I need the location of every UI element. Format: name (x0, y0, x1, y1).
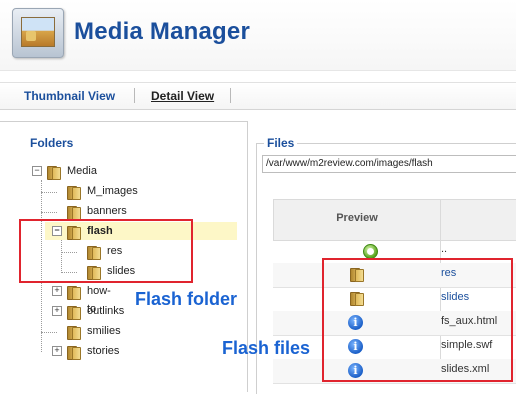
tab-separator (134, 88, 135, 103)
folder-icon (66, 284, 81, 300)
folder-icon (66, 324, 81, 340)
expand-toggle-icon[interactable]: + (52, 306, 62, 316)
flash-files-highlight-box (322, 258, 513, 382)
tree-item-label: stories (87, 345, 120, 357)
tree-item-label: M_images (87, 185, 138, 197)
media-manager-logo-icon (12, 8, 64, 58)
flash-files-annotation: Flash files (222, 338, 311, 358)
folder-icon (66, 184, 81, 200)
flash-folder-annotation: Flash folder (135, 289, 238, 309)
folder-icon (66, 304, 81, 320)
folders-title: Folders (30, 136, 74, 150)
preview-column-header[interactable]: Preview (274, 212, 440, 224)
tab-separator (230, 88, 231, 103)
up-folder-icon (363, 244, 378, 259)
tree-line (41, 332, 57, 333)
tree-item-label: banners (87, 205, 127, 217)
tab-detail-view[interactable]: Detail View (151, 89, 214, 103)
view-tabs: Thumbnail View Detail View (0, 82, 516, 110)
folder-icon (66, 204, 81, 220)
folder-path-field: /var/www/m2review.com/images/flash (262, 155, 516, 173)
folder-icon (66, 344, 81, 360)
folder-icon (46, 164, 61, 180)
tree-item-label: smilies (87, 325, 121, 337)
tab-thumbnail-view[interactable]: Thumbnail View (24, 89, 115, 103)
expand-toggle-icon[interactable]: + (52, 286, 62, 296)
flash-folder-highlight-box (19, 219, 193, 283)
expand-toggle-icon[interactable]: + (52, 346, 62, 356)
tree-item-label: outlinks (87, 305, 125, 317)
collapse-toggle-icon[interactable]: − (32, 166, 42, 176)
header-bar: Media Manager (0, 0, 516, 71)
tree-line (41, 192, 57, 193)
tree-line (41, 212, 57, 213)
files-title: Files (264, 136, 298, 150)
file-name: .. (441, 243, 448, 255)
page-title: Media Manager (74, 18, 250, 45)
tree-item-label: Media (67, 165, 97, 177)
